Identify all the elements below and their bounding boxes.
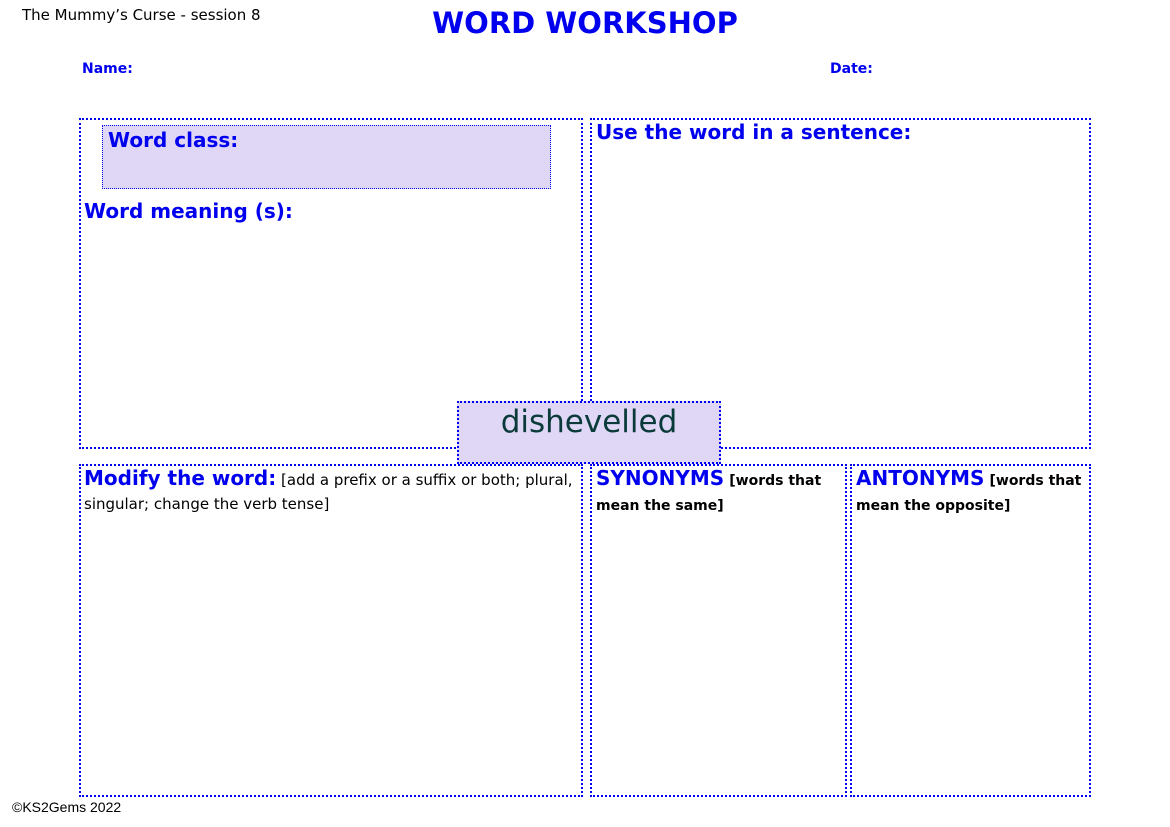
modify-word-label: Modify the word:	[84, 466, 277, 490]
focus-word: dishevelled	[500, 404, 678, 440]
name-field-label: Name:	[82, 61, 133, 77]
synonyms-header: SYNONYMS [words that mean the same]	[596, 466, 841, 518]
sentence-label: Use the word in a sentence:	[596, 120, 912, 144]
modify-word-header: Modify the word: [add a prefix or a suff…	[84, 466, 579, 516]
date-field-label: Date:	[830, 61, 873, 77]
synonyms-label: SYNONYMS	[596, 466, 725, 490]
word-class-label: Word class:	[108, 128, 239, 152]
word-class-box[interactable]: Word class:	[102, 125, 551, 189]
copyright: ©KS2Gems 2022	[12, 799, 122, 815]
page-title-text: WORD WORKSHOP	[432, 6, 738, 40]
sentence-box[interactable]	[590, 118, 1091, 449]
focus-word-box: dishevelled	[457, 401, 721, 464]
antonyms-header: ANTONYMS [words that mean the opposite]	[856, 466, 1088, 518]
page-title: WORD WORKSHOP	[0, 6, 1170, 40]
antonyms-label: ANTONYMS	[856, 466, 985, 490]
word-meaning-label: Word meaning (s):	[84, 199, 293, 223]
